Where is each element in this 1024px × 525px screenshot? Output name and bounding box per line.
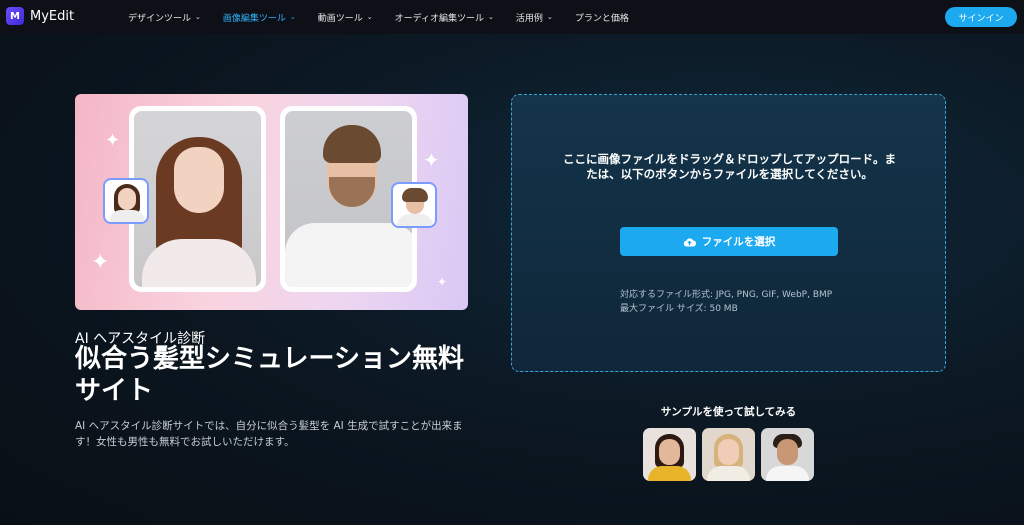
sparkle-icon: ✦	[437, 275, 448, 289]
chevron-down-icon: ⌄	[289, 13, 296, 21]
menu-item-design-tools[interactable]: デザインツール ⌄	[128, 11, 201, 24]
woman-thumbnail	[103, 178, 149, 224]
page-title: 似合う髪型シミュレーション無料サイト	[75, 344, 464, 406]
menu-label: 動画ツール	[317, 13, 363, 24]
chevron-down-icon: ⌄	[195, 13, 201, 21]
sample-image-1[interactable]	[643, 428, 696, 481]
woman-photo	[134, 111, 261, 287]
upload-instructions: ここに画像ファイルをドラッグ＆ドロップしてアップロード。または、以下のボタンから…	[563, 152, 896, 181]
menu-item-pricing[interactable]: プランと価格	[575, 11, 629, 24]
samples-label: サンプルを使って試してみる	[660, 406, 797, 418]
chevron-down-icon: ⌄	[366, 13, 373, 21]
menu-label: 活用例	[515, 13, 543, 24]
file-info: 対応するファイル形式: JPG, PNG, GIF, WebP, BMP 最大フ…	[620, 288, 832, 316]
top-nav: M MyEdit デザインツール ⌄ 画像編集ツール ⌄ 動画ツール ⌄ オーデ…	[0, 0, 1024, 34]
menu-item-audio-tools[interactable]: オーディオ編集ツール ⌄	[395, 11, 494, 24]
supported-formats: 対応するファイル形式: JPG, PNG, GIF, WebP, BMP	[620, 290, 833, 300]
menu-item-video-tools[interactable]: 動画ツール ⌄	[318, 11, 373, 24]
signin-button[interactable]: サインイン	[945, 7, 1017, 27]
menu-label: 画像編集ツール	[222, 13, 286, 24]
man-thumbnail	[391, 182, 437, 228]
woman-photo-card	[129, 106, 266, 292]
hero-description: AI ヘアスタイル診断サイトでは、自分に似合う髪型を AI 生成で試すことが出来…	[75, 420, 463, 448]
sample-images	[643, 428, 820, 481]
menu-item-use-cases[interactable]: 活用例 ⌄	[516, 11, 553, 24]
choose-file-button[interactable]: ファイルを選択	[620, 227, 838, 256]
sparkle-icon: ✦	[91, 250, 110, 275]
menu-label: プランと価格	[574, 13, 629, 24]
chevron-down-icon: ⌄	[546, 13, 553, 21]
choose-file-label: ファイルを選択	[701, 236, 776, 248]
logo[interactable]: M MyEdit	[6, 7, 74, 25]
sparkle-icon: ✦	[423, 148, 440, 172]
cloud-upload-icon	[683, 237, 696, 247]
sample-image-3[interactable]	[761, 428, 814, 481]
chevron-down-icon: ⌄	[488, 13, 494, 21]
myedit-logo-icon: M	[6, 7, 24, 25]
menu-label: デザインツール	[128, 13, 192, 24]
menu-label: オーディオ編集ツール	[394, 13, 485, 24]
max-file-size: 最大ファイル サイズ: 50 MB	[620, 304, 738, 314]
sparkle-icon: ✦	[105, 130, 121, 151]
menu-item-image-tools[interactable]: 画像編集ツール ⌄	[223, 11, 296, 24]
main-menu: デザインツール ⌄ 画像編集ツール ⌄ 動画ツール ⌄ オーディオ編集ツール ⌄…	[128, 0, 651, 34]
hero-image: ✦ ✦ ✦ ✦	[75, 94, 468, 310]
sample-image-2[interactable]	[702, 428, 755, 481]
upload-dropzone[interactable]: ここに画像ファイルをドラッグ＆ドロップしてアップロード。または、以下のボタンから…	[511, 94, 946, 372]
logo-text: MyEdit	[30, 8, 75, 24]
